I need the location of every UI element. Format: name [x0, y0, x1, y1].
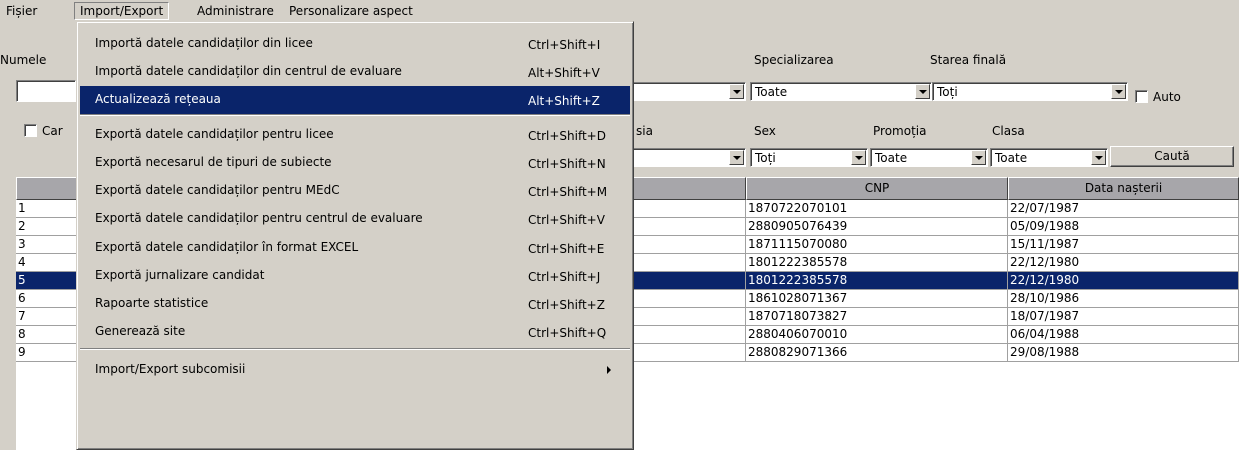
menu-import-export[interactable]: Import/Export: [74, 2, 170, 20]
cell-birthdate: 29/08/1988: [1008, 344, 1239, 362]
cell-cnp: 1801222385578: [746, 272, 1008, 290]
menu-fisier[interactable]: Fișier: [1, 3, 42, 19]
search-button[interactable]: Caută: [1110, 146, 1234, 167]
chevron-down-icon[interactable]: [1111, 84, 1126, 99]
stare-finala-select[interactable]: Toți: [932, 82, 1128, 101]
cell-cnp: 1861028071367: [746, 290, 1008, 308]
menu-item-shortcut: Alt+Shift+Z: [528, 94, 600, 108]
sex-value: Toți: [755, 151, 776, 165]
menu-item-shortcut: Ctrl+Shift+J: [528, 270, 601, 284]
menu-item-shortcut: Ctrl+Shift+V: [528, 213, 605, 227]
promotia-select[interactable]: Toate: [870, 148, 988, 167]
menu-item[interactable]: Exportă datele candidaților pentru MEdC C…: [80, 177, 630, 205]
menu-item-label: Actualizează rețeaua: [95, 92, 221, 106]
menu-item-label: Import/Export subcomisii: [95, 362, 246, 376]
menu-item-label: Exportă necesarul de tipuri de subiecte: [95, 155, 332, 169]
menu-separator: [80, 348, 630, 350]
cell-birthdate: 22/07/1987: [1008, 200, 1239, 218]
submenu-arrow-icon: [607, 366, 611, 374]
menu-item-label: Exportă datele candidaților pentru centr…: [95, 211, 423, 225]
menu-item-label: Importă datele candidaților din centrul …: [95, 64, 402, 78]
menu-item-shortcut: Ctrl+Shift+D: [528, 129, 606, 143]
menu-item[interactable]: Importă datele candidaților din centrul …: [80, 58, 630, 86]
menu-administrare[interactable]: Administrare: [192, 3, 279, 19]
menu-item[interactable]: Exportă necesarul de tipuri de subiecte C…: [80, 149, 630, 177]
menu-item[interactable]: Exportă jurnalizare candidat Ctrl+Shift+J: [80, 262, 630, 290]
stare-finala-label: Starea finală: [930, 53, 1007, 67]
import-export-menu: Importă datele candidaților din licee Ctr…: [76, 21, 634, 450]
cell-birthdate: 22/12/1980: [1008, 254, 1239, 272]
menu-item-label: Exportă jurnalizare candidat: [95, 268, 265, 282]
cell-birthdate: 15/11/1987: [1008, 236, 1239, 254]
menu-item[interactable]: Exportă datele candidaților pentru centr…: [80, 205, 630, 233]
menu-item-label: Exportă datele candidaților pentru licee: [95, 127, 334, 141]
auto-label: Auto: [1153, 90, 1181, 104]
menu-item-label: Rapoarte statistice: [95, 296, 209, 310]
menu-item-shortcut: Ctrl+Shift+E: [528, 242, 605, 256]
chevron-down-icon[interactable]: [729, 150, 744, 165]
cell-cnp: 2880829071366: [746, 344, 1008, 362]
menu-personalizare-aspect[interactable]: Personalizare aspect: [284, 3, 418, 19]
sex-select[interactable]: Toți: [750, 148, 868, 167]
menu-item-label: Exportă datele candidaților pentru MEdC: [95, 183, 340, 197]
menu-item[interactable]: Actualizează rețeaua Alt+Shift+Z: [80, 86, 630, 114]
chevron-down-icon[interactable]: [729, 84, 744, 99]
menu-item[interactable]: Generează site Ctrl+Shift+Q: [80, 318, 630, 346]
cell-birthdate: 06/04/1988: [1008, 326, 1239, 344]
car-checkbox[interactable]: [24, 124, 37, 137]
cell-cnp: 2880406070010: [746, 326, 1008, 344]
auto-checkbox[interactable]: [1135, 90, 1148, 103]
menu-item-label: Generează site: [95, 324, 186, 338]
chevron-down-icon[interactable]: [851, 150, 866, 165]
cell-cnp: 1801222385578: [746, 254, 1008, 272]
cell-cnp: 1870718073827: [746, 308, 1008, 326]
menu-item-shortcut: Ctrl+Shift+N: [528, 157, 606, 171]
chevron-down-icon[interactable]: [1091, 150, 1106, 165]
cell-cnp: 1870722070101: [746, 200, 1008, 218]
sex-label: Sex: [754, 124, 776, 138]
menu-item[interactable]: Exportă datele candidaților în format EX…: [80, 234, 630, 262]
cell-birthdate: 18/07/1987: [1008, 308, 1239, 326]
clasa-value: Toate: [995, 151, 1028, 165]
menu-item[interactable]: Import/Export subcomisii: [80, 356, 630, 384]
chevron-down-icon[interactable]: [915, 84, 930, 99]
cell-birthdate: 22/12/1980: [1008, 272, 1239, 290]
menu-item[interactable]: Exportă datele candidaților pentru licee…: [80, 121, 630, 149]
menu-item-shortcut: Ctrl+Shift+I: [528, 38, 601, 52]
stare-finala-value: Toți: [937, 85, 958, 99]
cell-birthdate: 05/09/1988: [1008, 218, 1239, 236]
column-header-birthdate[interactable]: Data nașterii: [1008, 177, 1239, 200]
menu-bar: Fișier Import/Export Administrare Person…: [0, 0, 1239, 23]
sectia-label: sia: [636, 124, 653, 138]
car-label: Car: [42, 124, 63, 138]
menu-item-label: Exportă datele candidaților în format EX…: [95, 240, 359, 254]
clasa-label: Clasa: [992, 124, 1025, 138]
cell-cnp: 2880905076439: [746, 218, 1008, 236]
cell-cnp: 1871115070080: [746, 236, 1008, 254]
promotia-value: Toate: [875, 151, 908, 165]
specializare-label: Specializarea: [754, 53, 834, 67]
numele-label: Numele: [0, 53, 47, 67]
clasa-select[interactable]: Toate: [990, 148, 1108, 167]
cell-birthdate: 28/10/1986: [1008, 290, 1239, 308]
menu-item-shortcut: Alt+Shift+V: [528, 66, 600, 80]
specializare-select[interactable]: Toate: [750, 82, 932, 101]
chevron-down-icon[interactable]: [971, 150, 986, 165]
menu-item-label: Importă datele candidaților din licee: [95, 36, 313, 50]
column-header-cnp[interactable]: CNP: [746, 177, 1008, 200]
promotia-label: Promoția: [873, 124, 927, 138]
menu-item-shortcut: Ctrl+Shift+Z: [528, 298, 605, 312]
menu-item[interactable]: Importă datele candidaților din licee Ctr…: [80, 30, 630, 58]
specializare-value: Toate: [755, 85, 788, 99]
menu-item-shortcut: Ctrl+Shift+M: [528, 185, 608, 199]
numele-input[interactable]: [16, 80, 76, 102]
menu-separator: [80, 114, 630, 116]
menu-item-shortcut: Ctrl+Shift+Q: [528, 326, 607, 340]
menu-item[interactable]: Rapoarte statistice Ctrl+Shift+Z: [80, 290, 630, 318]
